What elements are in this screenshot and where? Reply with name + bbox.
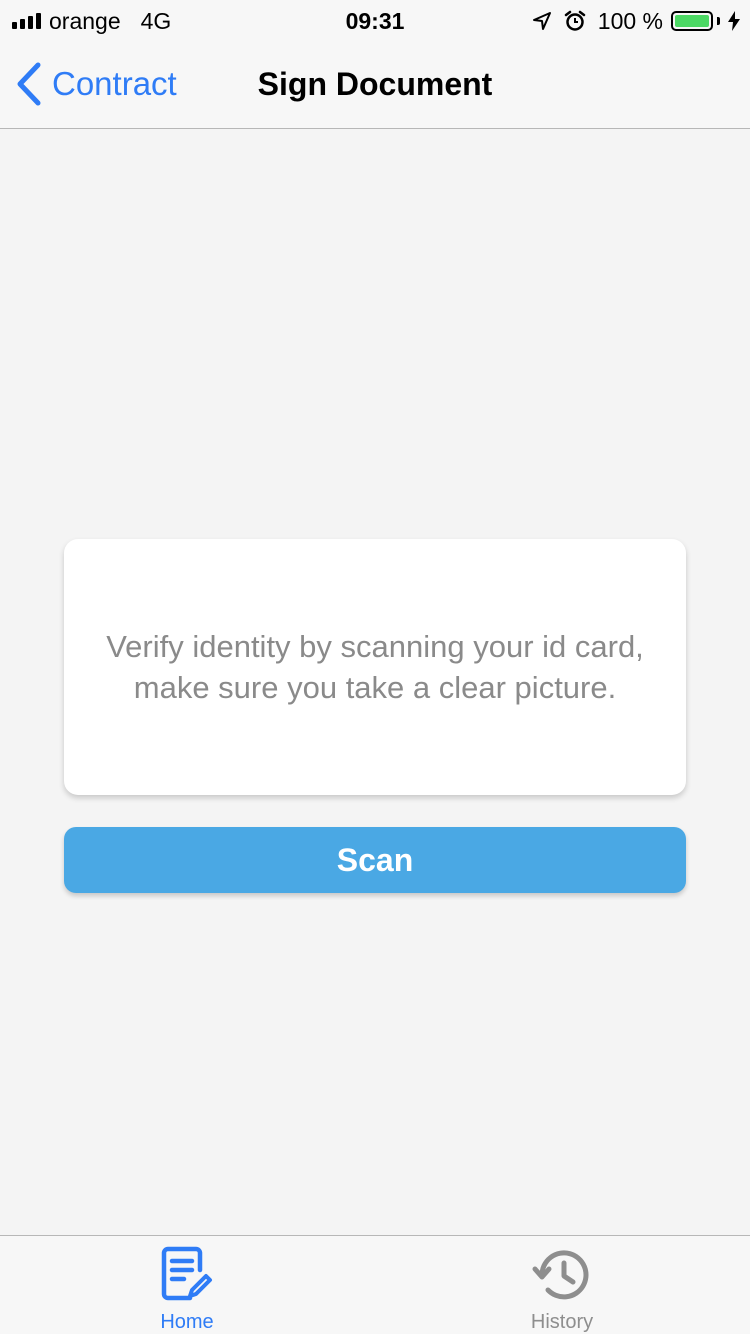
status-bar: orange 4G 09:31 100 % — [0, 0, 750, 42]
screen: orange 4G 09:31 100 % Contract Sign Docu… — [0, 0, 750, 1334]
battery-percentage: 100 % — [597, 7, 663, 34]
instruction-text: Verify identity by scanning your id card… — [106, 629, 644, 705]
charging-bolt-icon — [728, 11, 740, 31]
tab-history[interactable]: History — [462, 1244, 662, 1334]
tab-home-label: Home — [160, 1311, 214, 1333]
tab-bar: Home History — [0, 1235, 750, 1334]
document-edit-icon — [160, 1244, 214, 1305]
battery-icon — [671, 11, 713, 31]
battery-level — [675, 15, 709, 27]
battery-tip — [717, 17, 720, 25]
tab-home[interactable]: Home — [87, 1244, 287, 1334]
alarm-icon — [564, 10, 586, 32]
status-right: 100 % — [532, 8, 740, 34]
page-title: Sign Document — [257, 66, 493, 102]
location-arrow-icon — [532, 11, 552, 31]
navigation-bar: Contract Sign Document — [0, 42, 750, 129]
history-icon — [532, 1244, 592, 1305]
scan-button[interactable]: Scan — [64, 827, 686, 893]
tab-history-label: History — [530, 1311, 594, 1333]
instruction-card: Verify identity by scanning your id card… — [64, 539, 686, 795]
